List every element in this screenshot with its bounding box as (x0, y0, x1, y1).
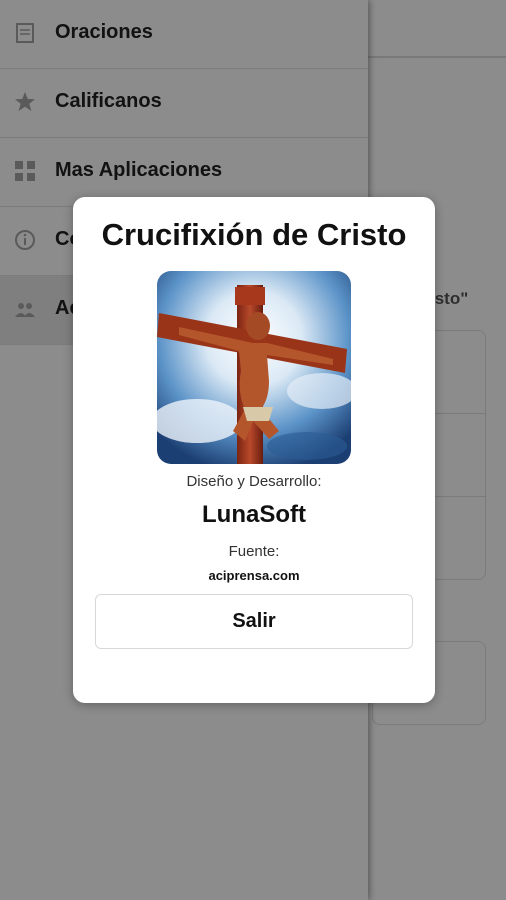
about-dialog: Crucifixión de Cristo Diseño y Desarroll… (73, 197, 435, 703)
developer-name: LunaSoft (202, 501, 306, 528)
source-label: Fuente: (228, 543, 280, 560)
dialog-title: Crucifixión de Cristo (101, 217, 407, 252)
design-credit-label: Diseño y Desarrollo: (186, 473, 322, 490)
source-value: aciprensa.com (208, 568, 300, 583)
crucifix-image (157, 271, 351, 464)
exit-button[interactable]: Salir (95, 594, 413, 649)
